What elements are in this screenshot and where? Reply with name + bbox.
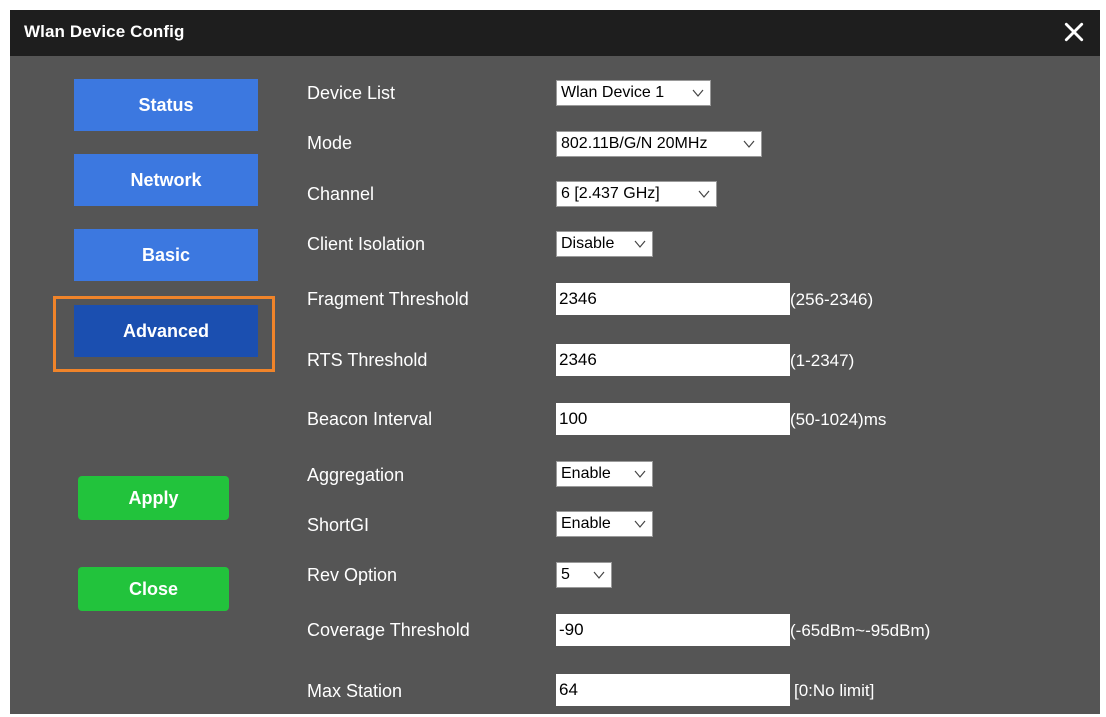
beacon-interval-label: Beacon Interval <box>307 409 433 429</box>
client-isolation-select[interactable]: Disable <box>556 231 653 257</box>
fragment-threshold-hint: (256-2346) <box>790 290 874 309</box>
config-dialog: Wlan Device Config Status Network Basic … <box>10 10 1100 714</box>
rts-threshold-label: RTS Threshold <box>307 350 428 370</box>
short-gi-label: ShortGI <box>307 515 370 535</box>
client-isolation-value: Disable <box>561 235 615 252</box>
mode-value: 802.11B/G/N 20MHz <box>561 135 708 152</box>
short-gi-select[interactable]: Enable <box>556 511 653 537</box>
chevron-down-icon <box>743 140 755 148</box>
rts-threshold-hint: (1-2347) <box>790 351 855 370</box>
channel-select[interactable]: 6 [2.437 GHz] <box>556 181 717 207</box>
aggregation-select[interactable]: Enable <box>556 461 653 487</box>
device-list-label: Device List <box>307 83 396 103</box>
max-station-input[interactable] <box>556 674 790 706</box>
title-bar: Wlan Device Config <box>10 10 1100 56</box>
chevron-down-icon <box>634 520 646 528</box>
aggregation-value: Enable <box>561 465 611 482</box>
rev-option-select[interactable]: 5 <box>556 562 612 588</box>
coverage-threshold-hint: (-65dBm~-95dBm) <box>790 621 931 640</box>
apply-button[interactable]: Apply <box>78 476 229 520</box>
rev-option-value: 5 <box>561 566 570 583</box>
client-isolation-label: Client Isolation <box>307 234 426 254</box>
close-icon[interactable] <box>1058 16 1090 48</box>
chevron-down-icon <box>634 240 646 248</box>
fragment-threshold-input[interactable] <box>556 283 790 315</box>
mode-label: Mode <box>307 133 353 153</box>
nav-network-button[interactable]: Network <box>74 154 258 206</box>
max-station-label: Max Station <box>307 681 403 701</box>
coverage-threshold-label: Coverage Threshold <box>307 620 470 640</box>
nav-basic-button[interactable]: Basic <box>74 229 258 281</box>
beacon-interval-hint: (50-1024)ms <box>790 410 887 429</box>
nav-status-button[interactable]: Status <box>74 79 258 131</box>
mode-select[interactable]: 802.11B/G/N 20MHz <box>556 131 762 157</box>
device-list-value: Wlan Device 1 <box>561 84 665 101</box>
coverage-threshold-input[interactable] <box>556 614 790 646</box>
chevron-down-icon <box>634 470 646 478</box>
rts-threshold-input[interactable] <box>556 344 790 376</box>
dialog-title: Wlan Device Config <box>24 22 185 41</box>
rev-option-label: Rev Option <box>307 565 398 585</box>
aggregation-label: Aggregation <box>307 465 405 485</box>
beacon-interval-input[interactable] <box>556 403 790 435</box>
chevron-down-icon <box>698 190 710 198</box>
short-gi-value: Enable <box>561 515 611 532</box>
device-list-select[interactable]: Wlan Device 1 <box>556 80 711 106</box>
fragment-threshold-label: Fragment Threshold <box>307 289 469 309</box>
close-button[interactable]: Close <box>78 567 229 611</box>
nav-advanced-button[interactable]: Advanced <box>74 305 258 357</box>
chevron-down-icon <box>692 89 704 97</box>
channel-value: 6 [2.437 GHz] <box>561 185 660 202</box>
max-station-hint: [0:No limit] <box>794 681 875 700</box>
channel-label: Channel <box>307 184 375 204</box>
chevron-down-icon <box>593 571 605 579</box>
